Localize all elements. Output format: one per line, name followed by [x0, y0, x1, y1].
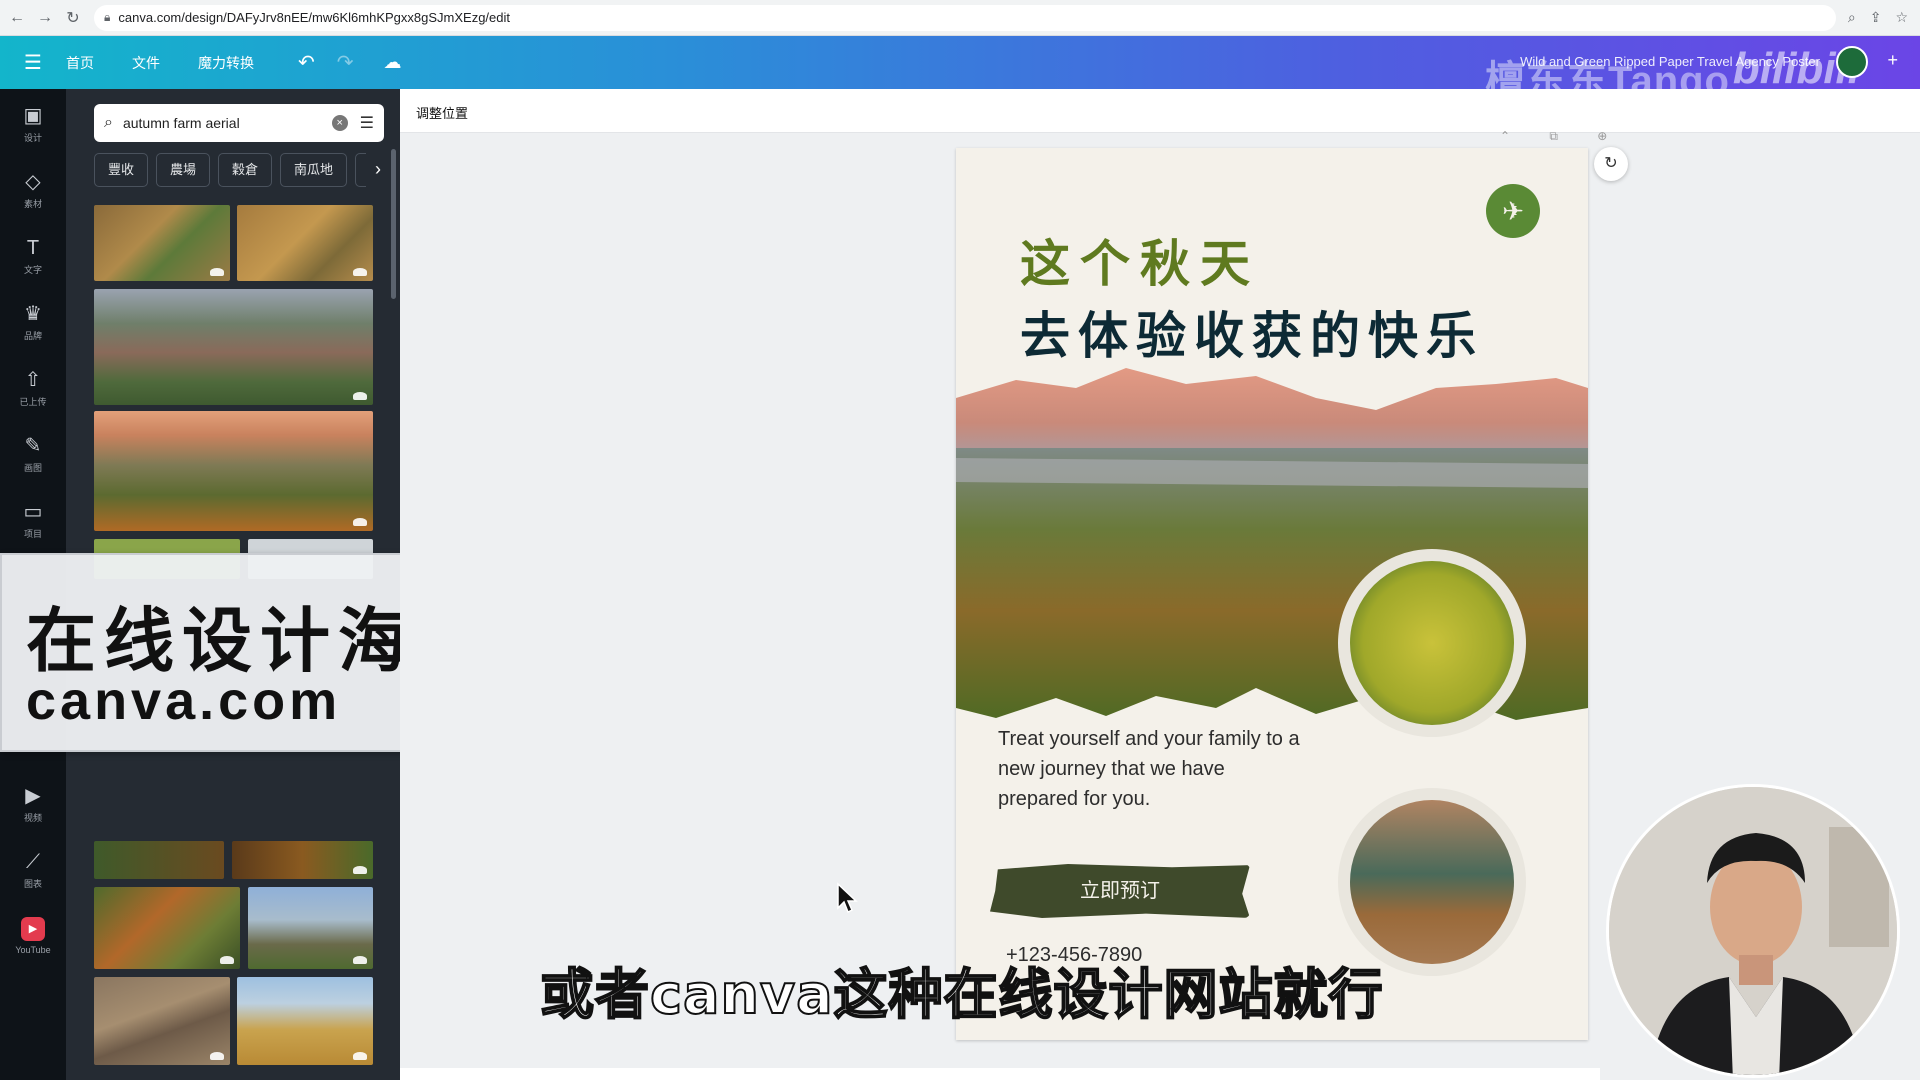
chip-farm[interactable]: 農場: [156, 153, 211, 187]
chevron-right-icon[interactable]: ›: [366, 153, 390, 187]
address-bar[interactable]: 🔒︎ canva.com/design/DAFyJrv8nEE/mw6Kl6mh…: [94, 4, 1836, 31]
undo-icon[interactable]: ↶: [298, 50, 315, 75]
poster-body-text[interactable]: Treat yourself and your family to a new …: [998, 724, 1308, 814]
text-icon: T: [26, 237, 40, 259]
page-tools[interactable]: ⌃ ⧉ ⊕: [1500, 129, 1625, 144]
mouse-cursor-icon: [837, 882, 858, 914]
browser-toolbar: ← → ↻ 🔒︎ canva.com/design/DAFyJrv8nEE/mw…: [0, 0, 1920, 36]
photo-thumbnail[interactable]: [94, 977, 230, 1065]
rail-item-design[interactable]: ▣ 设计: [0, 105, 66, 144]
folder-icon: ▭: [23, 501, 43, 523]
lock-icon: 🔒︎: [104, 10, 111, 24]
hamburger-menu-icon[interactable]: ☰: [0, 50, 66, 75]
rail-item-charts[interactable]: ⟋ 图表: [0, 851, 66, 890]
search-input[interactable]: autumn farm aerial: [123, 115, 332, 131]
rail-item-projects[interactable]: ▭ 项目: [0, 501, 66, 540]
premium-crown-icon: [353, 518, 367, 526]
rail-item-brand[interactable]: ♛ 品牌: [0, 303, 66, 342]
zoom-icon[interactable]: ⌕: [1848, 9, 1856, 26]
url-text: canva.com/design/DAFyJrv8nEE/mw6Kl6mhKPg…: [118, 10, 510, 25]
editor-header: ☰ 首页 文件 魔力转换 ↶ ↷ ☁ Wild and Green Ripped…: [0, 36, 1920, 103]
premium-crown-icon: [220, 956, 234, 964]
user-avatar[interactable]: [1836, 46, 1868, 78]
photo-thumbnail[interactable]: [232, 841, 373, 879]
position-adjust-button[interactable]: 调整位置: [416, 103, 468, 122]
rail-item-draw[interactable]: ✎ 画图: [0, 435, 66, 474]
context-toolbar: 调整位置: [400, 89, 1920, 133]
brand-icon: ♛: [24, 303, 42, 325]
menu-home[interactable]: 首页: [66, 53, 94, 73]
photo-thumbnail[interactable]: [237, 205, 373, 281]
premium-crown-icon: [353, 956, 367, 964]
reload-icon[interactable]: ↻: [62, 7, 84, 29]
menu-magic-switch[interactable]: 魔力转换: [198, 53, 254, 73]
rail-item-video[interactable]: ▶ 视频: [0, 785, 66, 824]
poster-headline-1[interactable]: 这个秋天: [1020, 224, 1260, 296]
cloud-save-icon[interactable]: ☁: [384, 52, 402, 73]
panel-scrollbar[interactable]: [391, 149, 396, 299]
premium-crown-icon: [353, 866, 367, 874]
bookmark-star-icon[interactable]: ☆: [1895, 9, 1908, 26]
share-icon[interactable]: ⇪: [1870, 9, 1882, 26]
elements-icon: ◇: [25, 171, 41, 193]
photo-thumbnail[interactable]: [237, 977, 373, 1065]
draw-icon: ✎: [24, 435, 42, 457]
airplane-logo-icon: ✈: [1486, 184, 1540, 238]
premium-crown-icon: [353, 268, 367, 276]
menu-file[interactable]: 文件: [132, 53, 160, 73]
poster-page[interactable]: ✈ 这个秋天 去体验收获的快乐 Treat yourself and your …: [956, 148, 1588, 1040]
refresh-icon[interactable]: ↻: [1594, 147, 1628, 181]
chip-pumpkin-field[interactable]: 南瓜地: [280, 153, 348, 187]
rail-item-text[interactable]: T 文字: [0, 237, 66, 276]
rail-item-youtube[interactable]: ▶ YouTube: [0, 917, 66, 955]
screen: ← → ↻ 🔒︎ canva.com/design/DAFyJrv8nEE/mw…: [0, 0, 1920, 1080]
clear-search-icon[interactable]: ×: [331, 115, 348, 131]
video-subtitle: 或者canva这种在线设计网站就行: [539, 962, 1384, 1027]
photo-thumbnail[interactable]: [94, 289, 373, 405]
page-scroll-strip: [400, 1068, 1600, 1080]
chip-harvest[interactable]: 豐收: [94, 153, 149, 187]
redo-icon[interactable]: ↷: [337, 50, 354, 75]
add-collaborator-icon[interactable]: +: [1887, 50, 1898, 71]
search-icon: ⌕: [104, 114, 113, 131]
photo-thumbnail[interactable]: [94, 205, 230, 281]
youtube-icon: ▶: [21, 917, 45, 941]
premium-crown-icon: [353, 1052, 367, 1060]
rail-item-uploads[interactable]: ⇧ 已上传: [0, 369, 66, 408]
book-now-button[interactable]: 立即预订: [990, 864, 1250, 918]
chip-barn[interactable]: 穀倉: [218, 153, 273, 187]
photo-thumbnail[interactable]: [94, 841, 224, 879]
chart-icon: ⟋: [26, 851, 40, 873]
layout-icon: ▣: [23, 105, 43, 127]
overlay-site: canva.com: [26, 671, 342, 731]
presenter-figure: [1609, 787, 1897, 1075]
suggestion-chips: 豐收 農場 穀倉 南瓜地 農 ›: [94, 153, 390, 187]
video-icon: ▶: [25, 785, 41, 807]
photo-search-field[interactable]: ⌕ autumn farm aerial × ☰: [94, 104, 384, 142]
filter-icon[interactable]: ☰: [360, 113, 374, 133]
back-icon[interactable]: ←: [6, 7, 28, 29]
photo-thumbnail[interactable]: [248, 887, 373, 969]
photo-thumbnail[interactable]: [94, 411, 373, 531]
rail-item-elements[interactable]: ◇ 素材: [0, 171, 66, 210]
presenter-webcam: [1606, 784, 1900, 1078]
premium-crown-icon: [210, 1052, 224, 1060]
forward-icon[interactable]: →: [34, 7, 56, 29]
poster-headline-2[interactable]: 去体验收获的快乐: [1020, 296, 1484, 368]
upload-icon: ⇧: [24, 369, 42, 391]
premium-crown-icon: [353, 392, 367, 400]
premium-crown-icon: [210, 268, 224, 276]
photo-thumbnail[interactable]: [94, 887, 240, 969]
